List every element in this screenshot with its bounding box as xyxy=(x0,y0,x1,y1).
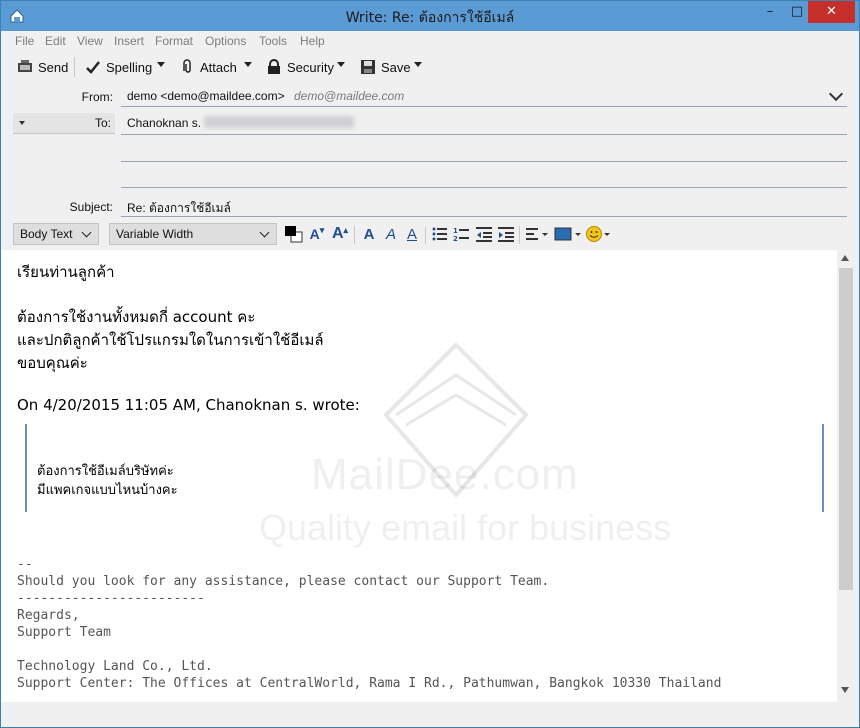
menu-insert[interactable]: Insert xyxy=(114,34,144,48)
chevron-down-icon xyxy=(81,227,92,238)
svg-text:1: 1 xyxy=(453,227,458,235)
paragraph-style-value: Body Text xyxy=(20,227,73,241)
menu-bar: File Edit View Insert Format Options Too… xyxy=(1,31,859,52)
attach-dropdown-icon[interactable] xyxy=(244,62,252,67)
signature-separator: -- xyxy=(17,557,33,572)
text-color-icon[interactable] xyxy=(283,225,303,243)
greeting-text: เรียนท่านลูกค้า xyxy=(17,263,115,281)
from-underline xyxy=(121,106,847,107)
bold-icon[interactable]: A xyxy=(360,225,378,243)
body-line: ขอบคุณค่ะ xyxy=(17,354,88,372)
from-label: From: xyxy=(81,90,113,104)
format-toolbar: Body Text Variable Width A ▾ A ▴ A A A 1 2 xyxy=(1,220,859,250)
format-separator xyxy=(354,226,355,244)
signature-line: Should you look for any assistance, plea… xyxy=(17,574,550,589)
chevron-down-icon[interactable] xyxy=(828,86,844,102)
minimize-button[interactable]: – xyxy=(755,1,785,23)
numbered-list-icon[interactable]: 1 2 xyxy=(453,225,471,243)
close-button[interactable]: ✕ xyxy=(808,1,855,23)
signature-line: Support Team xyxy=(17,625,111,640)
menu-view[interactable]: View xyxy=(77,34,103,48)
attach-label: Attach xyxy=(200,59,237,75)
window-title: Write: Re: ต้องการใช้อีเมล์ xyxy=(345,10,515,26)
italic-icon[interactable]: A xyxy=(382,225,400,243)
send-icon xyxy=(18,60,32,72)
format-separator xyxy=(519,226,520,244)
toolbar-separator xyxy=(74,57,75,77)
underline-icon[interactable]: A xyxy=(403,225,421,243)
signature-line: Support Center: The Offices at CentralWo… xyxy=(17,676,722,691)
subject-underline xyxy=(121,216,847,217)
lock-icon xyxy=(268,59,280,74)
save-button[interactable]: Save xyxy=(360,56,411,78)
signature-line: Regards, xyxy=(17,608,80,623)
to-underline xyxy=(121,134,847,135)
security-button[interactable]: Security xyxy=(266,56,334,78)
menu-file[interactable]: File xyxy=(15,34,34,48)
from-identity: demo@maildee.com xyxy=(294,89,405,103)
font-value: Variable Width xyxy=(116,227,194,241)
chevron-down-icon xyxy=(259,227,270,238)
format-separator xyxy=(425,226,426,244)
align-icon[interactable] xyxy=(525,225,549,243)
watermark-tagline: Quality email for business xyxy=(259,507,672,548)
scroll-up-icon[interactable] xyxy=(841,255,849,261)
vertical-scrollbar[interactable] xyxy=(837,250,855,702)
spelling-dropdown-icon[interactable] xyxy=(157,62,165,67)
compose-window: Write: Re: ต้องการใช้อีเมล์ – □ ✕ File E… xyxy=(0,0,860,728)
recipient-row-3[interactable] xyxy=(121,187,847,188)
font-select[interactable]: Variable Width xyxy=(109,223,277,245)
to-field[interactable]: Chanoknan s. xyxy=(127,116,201,130)
save-label: Save xyxy=(381,59,411,75)
address-headers: From: demo <demo@maildee.com> demo@maild… xyxy=(1,81,859,219)
scroll-down-icon[interactable] xyxy=(841,687,849,693)
to-label: To: xyxy=(94,116,111,130)
menu-edit[interactable]: Edit xyxy=(45,34,66,48)
body-line: ต้องการใช้งานทั้งหมดกี่ account คะ xyxy=(17,308,256,326)
paperclip-icon xyxy=(183,59,191,73)
attach-button[interactable]: Attach xyxy=(179,56,237,78)
menu-options[interactable]: Options xyxy=(205,34,246,48)
from-select[interactable]: demo <demo@maildee.com> xyxy=(127,89,285,103)
signature-line: Technology Land Co., Ltd. xyxy=(17,659,213,674)
signature-rule: ------------------------ xyxy=(17,591,205,606)
message-body[interactable]: MailDee.com Quality email for business เ… xyxy=(1,250,837,702)
spelling-label: Spelling xyxy=(106,59,153,75)
recipient-type-select[interactable]: To: xyxy=(13,113,115,134)
bullet-list-icon[interactable] xyxy=(431,225,449,243)
security-label: Security xyxy=(287,59,334,75)
menu-tools[interactable]: Tools xyxy=(259,34,287,48)
smiley-icon[interactable] xyxy=(585,225,611,243)
quoted-line: ต้องการใช้อีเมล์บริษัทค่ะ xyxy=(37,464,174,479)
status-bar xyxy=(1,702,859,727)
quoted-message: ต้องการใช้อีเมล์บริษัทค่ะ มีแพคเกจแบบไหน… xyxy=(25,424,824,512)
body-line: และปกติลูกค้าใช้โปรแกรมใดในการเข้าใช้อีเ… xyxy=(17,331,324,349)
recipient-row-2[interactable] xyxy=(121,161,847,162)
scroll-thumb[interactable] xyxy=(839,268,853,590)
compose-toolbar: Send Spelling Attach Security Save xyxy=(1,53,859,81)
security-dropdown-icon[interactable] xyxy=(337,62,345,67)
insert-image-icon[interactable] xyxy=(554,225,582,243)
send-label: Send xyxy=(38,59,69,75)
larger-font-icon[interactable]: A ▴ xyxy=(330,225,350,243)
subject-label: Subject: xyxy=(69,200,113,214)
save-dropdown-icon[interactable] xyxy=(414,62,422,67)
menu-help[interactable]: Help xyxy=(300,34,325,48)
menu-format[interactable]: Format xyxy=(155,34,193,48)
smaller-font-icon[interactable]: A ▾ xyxy=(307,225,327,243)
floppy-disk-icon xyxy=(361,60,375,74)
spelling-button[interactable]: Spelling xyxy=(85,56,152,78)
svg-text:2: 2 xyxy=(453,235,458,243)
outdent-icon[interactable] xyxy=(475,225,493,243)
chevron-down-icon xyxy=(19,121,25,125)
checkmark-icon xyxy=(86,61,100,74)
send-button[interactable]: Send xyxy=(17,56,68,78)
redacted-email xyxy=(204,116,354,128)
quoted-line: มีแพคเกจแบบไหนบ้างคะ xyxy=(37,483,178,498)
title-bar: Write: Re: ต้องการใช้อีเมล์ – □ ✕ xyxy=(1,1,859,31)
paragraph-style-select[interactable]: Body Text xyxy=(13,223,99,245)
quote-header: On 4/20/2015 11:05 AM, Chanoknan s. wrot… xyxy=(17,396,360,414)
indent-icon[interactable] xyxy=(497,225,515,243)
